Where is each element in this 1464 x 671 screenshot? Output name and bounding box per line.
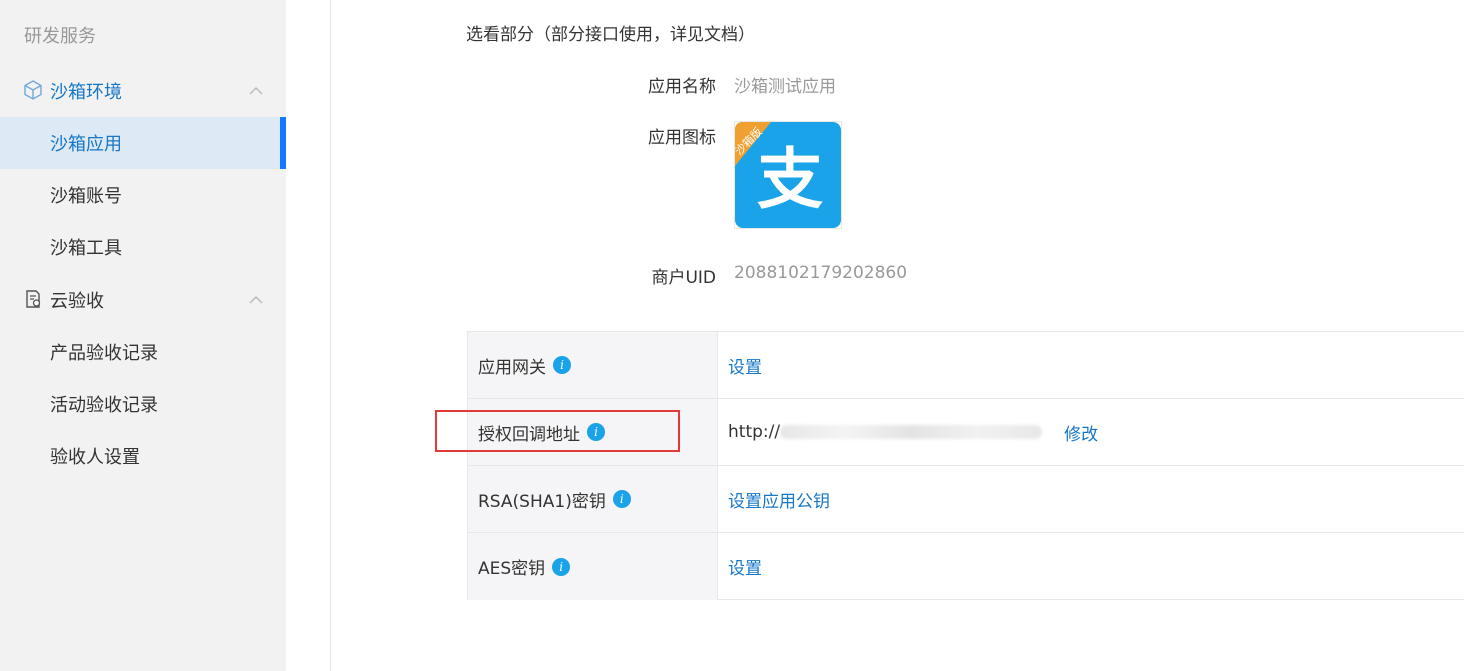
edit-callback-link[interactable]: 修改 (1064, 420, 1098, 445)
info-icon[interactable]: i (612, 490, 631, 508)
highlight-annotation (435, 410, 680, 452)
sidebar-item-sandbox-app[interactable]: 沙箱应用 (0, 117, 286, 169)
callback-url-prefix: http:// (728, 422, 781, 442)
sidebar-group-sandbox[interactable]: 沙箱环境 (0, 65, 286, 117)
config-row-gateway: 应用网关 i 设置 (468, 332, 1464, 399)
config-key-label: RSA(SHA1)密钥 (478, 491, 606, 512)
document-check-icon (26, 290, 41, 308)
config-value: 设置 (728, 533, 762, 600)
merchant-uid-value: 2088102179202860 (734, 263, 908, 283)
config-key: RSA(SHA1)密钥 i (468, 466, 718, 532)
sidebar-group-label: 沙箱环境 (50, 82, 122, 103)
sidebar-item-label: 沙箱工具 (50, 238, 122, 259)
app-name-value: 沙箱测试应用 (734, 77, 836, 97)
sidebar-item-sandbox-tools[interactable]: 沙箱工具 (0, 221, 286, 273)
config-key: 应用网关 i (468, 332, 718, 398)
set-aes-link[interactable]: 设置 (728, 554, 762, 579)
sidebar-item-product-acceptance[interactable]: 产品验收记录 (0, 326, 286, 378)
config-value: 设置应用公钥 (728, 466, 830, 532)
app-name-label: 应用名称 (648, 77, 716, 97)
config-value: http:// 修改 (728, 399, 1098, 465)
callback-url: http:// (728, 422, 1043, 442)
alipay-sandbox-logo: 沙箱版 支 (732, 122, 841, 228)
set-public-key-link[interactable]: 设置应用公钥 (728, 487, 830, 512)
set-gateway-link[interactable]: 设置 (728, 353, 762, 378)
chevron-up-icon[interactable] (248, 292, 264, 308)
sidebar-item-label: 产品验收记录 (50, 343, 158, 364)
sidebar-section-title: 研发服务 (24, 26, 96, 47)
config-row-aes: AES密钥 i 设置 (468, 533, 1464, 600)
sidebar-item-sandbox-account[interactable]: 沙箱账号 (0, 169, 286, 221)
config-row-rsa: RSA(SHA1)密钥 i 设置应用公钥 (468, 466, 1464, 533)
merchant-uid-label: 商户UID (651, 268, 716, 288)
sidebar-item-label: 验收人设置 (50, 447, 140, 468)
alipay-glyph: 支 (757, 141, 823, 218)
sidebar-item-label: 沙箱应用 (50, 134, 122, 155)
content-divider (330, 0, 331, 671)
config-key-label: 应用网关 (478, 357, 546, 378)
sidebar-item-activity-acceptance[interactable]: 活动验收记录 (0, 378, 286, 430)
info-icon[interactable]: i (553, 356, 571, 374)
optional-section-note: 选看部分（部分接口使用，详见文档） (466, 25, 755, 45)
config-key-label: AES密钥 (478, 559, 546, 579)
app-icon: 沙箱版 支 (732, 121, 842, 229)
sidebar-item-label: 沙箱账号 (50, 186, 122, 207)
config-table: 应用网关 i 设置 授权回调地址 i http:// 修改 RSA(SHA1)密… (467, 331, 1464, 600)
chevron-up-icon[interactable] (248, 83, 264, 99)
config-value: 设置 (728, 332, 762, 398)
sidebar-item-label: 活动验收记录 (50, 395, 158, 416)
cube-icon (24, 80, 42, 100)
config-key: AES密钥 i (468, 533, 718, 600)
sidebar-item-acceptor-settings[interactable]: 验收人设置 (0, 430, 286, 482)
info-icon[interactable]: i (552, 557, 571, 576)
redacted-url (780, 425, 1043, 439)
sidebar-group-label: 云验收 (50, 291, 104, 312)
sidebar: 研发服务 沙箱环境 沙箱应用 沙箱账号 沙箱工具 云验收 产品验收记录 活动验收… (0, 0, 286, 671)
sidebar-group-cloud-acceptance[interactable]: 云验收 (0, 274, 286, 326)
app-icon-label: 应用图标 (648, 128, 716, 148)
